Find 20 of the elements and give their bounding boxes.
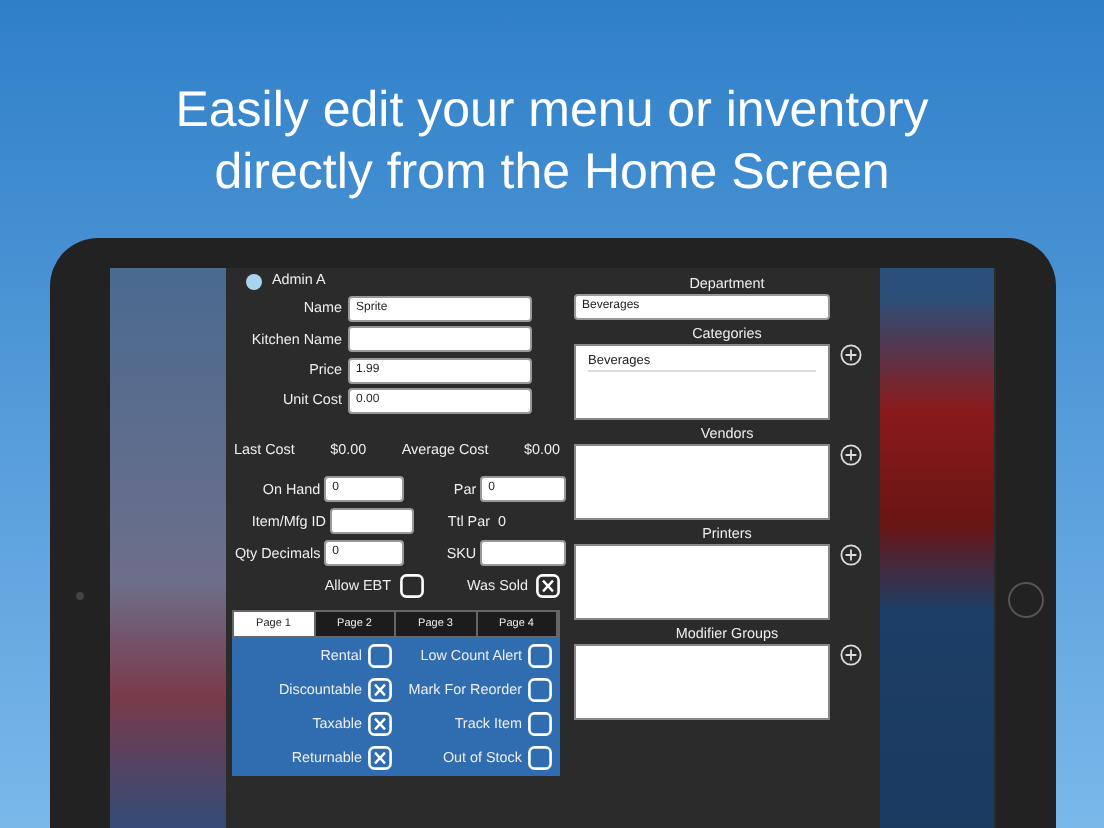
input-field[interactable] [330,508,414,535]
add-icon[interactable] [840,644,862,666]
checkbox[interactable] [368,746,392,771]
add-icon[interactable] [840,544,862,566]
camera-icon [76,592,84,600]
checkbox[interactable] [536,573,560,598]
avatar-icon [246,273,262,289]
headline: Easily edit your menu or inventory directly from the Home Screen [173,80,931,204]
input-field[interactable] [480,540,566,567]
checkbox[interactable] [528,644,552,669]
add-icon[interactable] [840,444,862,466]
add-icon[interactable] [840,344,862,366]
checkbox[interactable] [528,746,552,771]
checkbox[interactable] [368,644,392,669]
checkbox[interactable] [399,573,423,598]
input-field[interactable] [348,326,532,353]
checkbox[interactable] [528,678,552,703]
checkbox[interactable] [368,712,392,737]
checkbox[interactable] [528,712,552,737]
checkbox[interactable] [368,678,392,703]
